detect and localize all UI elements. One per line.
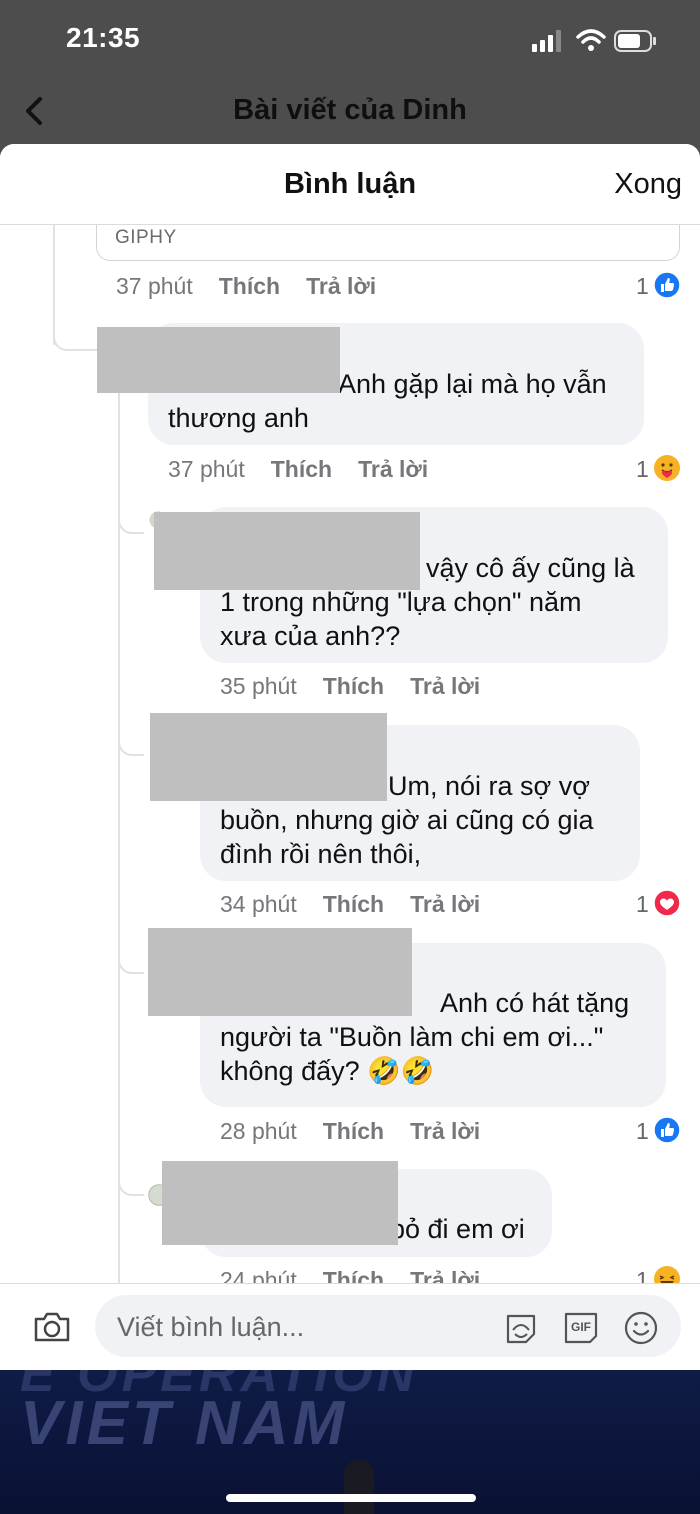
like-button[interactable]: Thích: [323, 673, 384, 699]
reaction-count: 1: [636, 273, 649, 299]
reaction-count: 1: [636, 1267, 649, 1283]
thread-branch: [118, 1170, 144, 1196]
background-text-line2: VIET NAM: [20, 1389, 349, 1458]
comment-input[interactable]: [115, 1307, 489, 1347]
wifi-icon: [576, 29, 606, 51]
status-time: 21:35: [66, 22, 141, 53]
nav-bar: Bài viết của Dinh: [0, 80, 700, 144]
reply-button[interactable]: Trả lời: [410, 1267, 480, 1283]
like-button[interactable]: Thích: [323, 1118, 384, 1144]
like-icon[interactable]: [653, 1116, 681, 1144]
care-icon[interactable]: [653, 454, 681, 482]
background-person: [344, 1460, 374, 1514]
comment-input-container[interactable]: GIF: [95, 1295, 681, 1357]
sheet-header: Bình luận Xong: [0, 144, 700, 225]
thread-branch: [118, 948, 144, 974]
comment-composer: GIF: [0, 1283, 700, 1370]
redacted-name: [162, 1161, 398, 1245]
like-button[interactable]: Thích: [323, 891, 384, 917]
avatar-sticker-icon[interactable]: [503, 1310, 539, 1346]
gif-icon[interactable]: GIF: [563, 1310, 599, 1346]
reaction-count: 1: [636, 1118, 649, 1144]
comments-sheet: Bình luận Xong GIPHY 37 phút Thích Trả lời…: [0, 144, 700, 1370]
comment-time: 35 phút: [220, 673, 297, 699]
reply-button[interactable]: Trả lời: [306, 273, 376, 299]
comment-meta: 28 phút Thích Trả lời: [220, 1118, 480, 1145]
haha-icon[interactable]: [653, 1265, 681, 1283]
svg-text:GIF: GIF: [571, 1320, 591, 1334]
comment-list[interactable]: GIPHY 37 phút Thích Trả lời 1 Anh gặp lại …: [0, 225, 700, 1283]
done-button[interactable]: Xong: [614, 168, 682, 201]
sheet-title: Bình luận: [283, 168, 417, 200]
camera-icon[interactable]: [32, 1310, 72, 1344]
love-icon[interactable]: [653, 889, 681, 917]
comment-text: bỏ đi em ơi: [390, 1214, 525, 1244]
background-photo: E OPERATION VIET NAM: [0, 1370, 700, 1514]
like-icon[interactable]: [653, 271, 681, 299]
comment-time: 34 phút: [220, 891, 297, 917]
emoji-icon[interactable]: [623, 1310, 659, 1346]
comment-time: 37 phút: [116, 273, 193, 299]
comment-time: 37 phút: [168, 456, 245, 482]
page-title: Bài viết của Dinh: [233, 94, 467, 126]
signal-icon: [532, 30, 561, 52]
like-button[interactable]: Thích: [323, 1267, 384, 1283]
reply-button[interactable]: Trả lời: [410, 673, 480, 699]
thread-branch: [53, 325, 97, 351]
comment-meta: 24 phút Thích Trả lời: [220, 1267, 480, 1283]
comment-meta: 37 phút Thích Trả lời: [168, 456, 428, 483]
thread-branch: [118, 730, 144, 756]
reply-button[interactable]: Trả lời: [410, 891, 480, 917]
reply-button[interactable]: Trả lời: [410, 1118, 480, 1144]
giphy-label: GIPHY: [115, 227, 177, 248]
comment-time: 28 phút: [220, 1118, 297, 1144]
redacted-name: [97, 327, 340, 393]
home-indicator[interactable]: [226, 1494, 476, 1502]
thread-branch: [118, 508, 144, 534]
redacted-name: [154, 512, 420, 590]
redacted-name: [150, 713, 387, 801]
reaction-count: 1: [636, 891, 649, 917]
like-button[interactable]: Thích: [271, 456, 332, 482]
reaction-count: 1: [636, 456, 649, 482]
redacted-name: [148, 928, 412, 1016]
status-bar: 21:35: [0, 0, 700, 80]
comment-meta: 35 phút Thích Trả lời: [220, 673, 480, 700]
battery-icon: [614, 30, 656, 52]
giphy-attachment[interactable]: GIPHY: [96, 225, 680, 261]
comment-time: 24 phút: [220, 1267, 297, 1283]
like-button[interactable]: Thích: [219, 273, 280, 299]
comment-meta: 37 phút Thích Trả lời: [116, 273, 376, 300]
reply-button[interactable]: Trả lời: [358, 456, 428, 482]
comment-meta: 34 phút Thích Trả lời: [220, 891, 480, 918]
